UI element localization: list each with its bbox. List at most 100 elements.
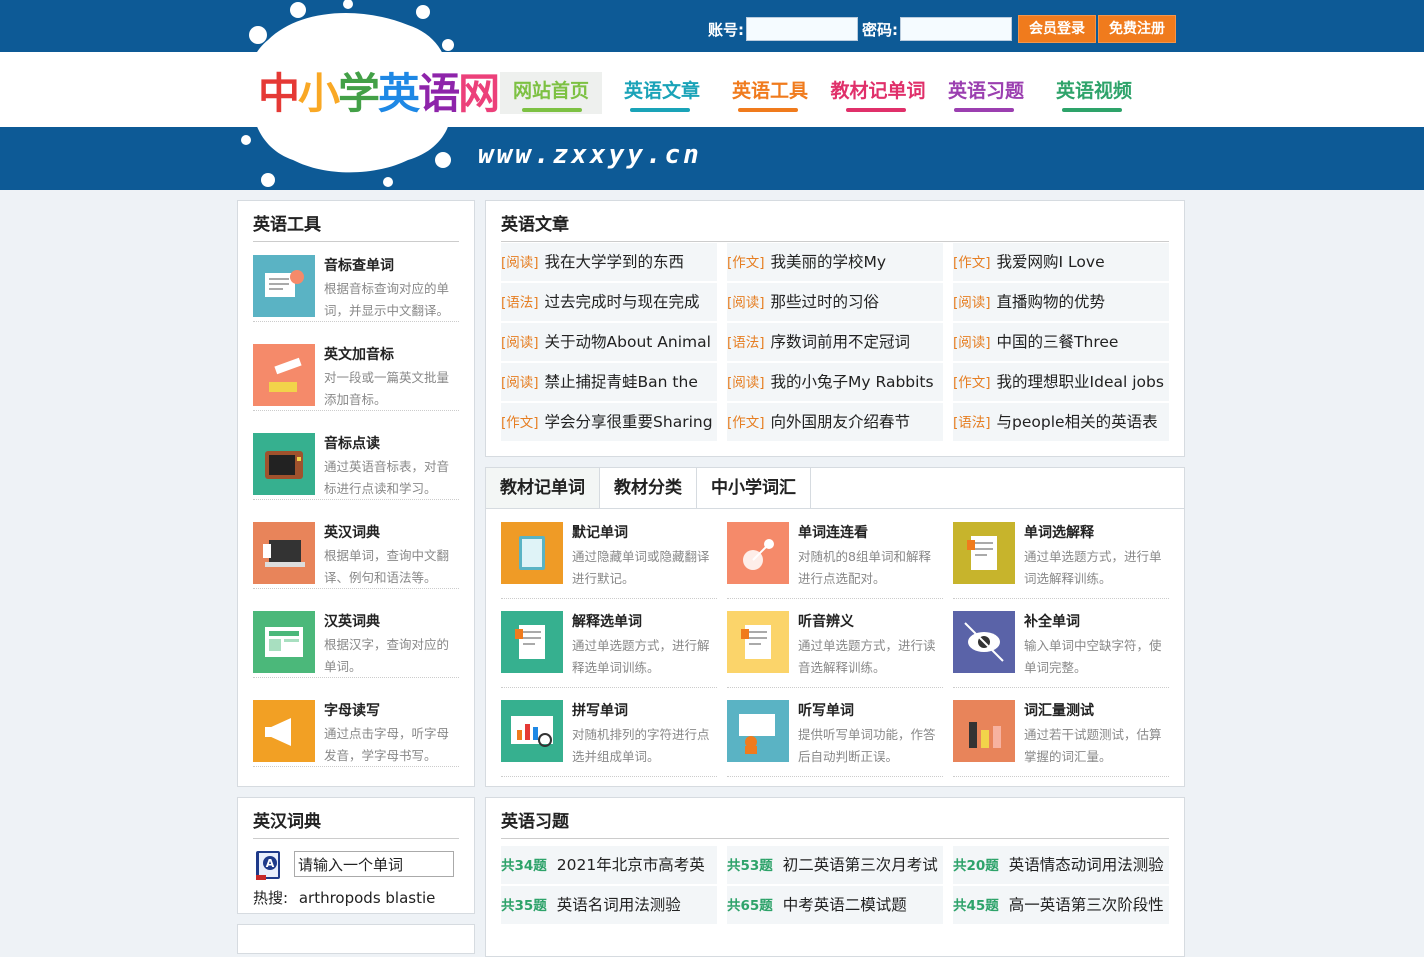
- exercise-title[interactable]: 2021年北京市高考英: [557, 856, 705, 874]
- bar-chart-icon[interactable]: [953, 700, 1015, 762]
- tool-item[interactable]: 英汉词典 根据单词，查询中文翻译、例句和语法等。: [253, 510, 459, 589]
- exercise-title[interactable]: 初二英语第三次月考试: [783, 856, 938, 874]
- laptop-icon[interactable]: [253, 522, 315, 584]
- exercise-title[interactable]: 中考英语二模试题: [783, 896, 907, 914]
- login-button[interactable]: 会员登录: [1018, 15, 1096, 43]
- telescope-icon[interactable]: [253, 344, 315, 406]
- tab-vocabulary[interactable]: 中小学词汇: [697, 468, 811, 508]
- document-icon[interactable]: [727, 611, 789, 673]
- article-item[interactable]: [阅读] 禁止捕捉青蛙Ban the: [501, 363, 717, 401]
- article-title[interactable]: 我在大学学到的东西: [545, 253, 685, 271]
- password-input[interactable]: [900, 17, 1012, 41]
- exercise-item[interactable]: 共45题 高一英语第三次阶段性: [953, 886, 1169, 924]
- tool-title[interactable]: 字母读写: [324, 700, 380, 720]
- article-title[interactable]: 学会分享很重要Sharing: [545, 413, 713, 431]
- article-item[interactable]: [阅读] 中国的三餐Three: [953, 323, 1169, 361]
- article-item[interactable]: [语法] 过去完成时与现在完成: [501, 283, 717, 321]
- tool-title[interactable]: 汉英词典: [324, 611, 380, 631]
- hot-search-words[interactable]: arthropods blastie: [299, 889, 436, 907]
- word-tool-item[interactable]: 拼写单词 对随机排列的字符进行点选并组成单词。: [501, 688, 717, 777]
- tool-title[interactable]: 英文加音标: [324, 344, 394, 364]
- article-title[interactable]: 直播购物的优势: [997, 293, 1106, 311]
- tool-item[interactable]: 字母读写 通过点击字母，听字母发音，学字母书写。: [253, 688, 459, 767]
- article-item[interactable]: [阅读] 关于动物About Animal: [501, 323, 717, 361]
- article-title[interactable]: 过去完成时与现在完成: [545, 293, 700, 311]
- word-tool-item[interactable]: 补全单词 输入单词中空缺字符，使单词完整。: [953, 599, 1169, 688]
- tab-textbook-words[interactable]: 教材记单词: [486, 468, 600, 508]
- word-tool-title[interactable]: 拼写单词: [572, 700, 628, 720]
- exercise-item[interactable]: 共35题 英语名词用法测验: [501, 886, 717, 924]
- notebook-icon[interactable]: [501, 522, 563, 584]
- exercise-title[interactable]: 高一英语第三次阶段性: [1009, 896, 1164, 914]
- article-title[interactable]: 我美丽的学校My: [771, 253, 887, 271]
- word-tool-title[interactable]: 单词连连看: [798, 522, 868, 542]
- article-item[interactable]: [语法] 与people相关的英语表: [953, 403, 1169, 441]
- word-tool-item[interactable]: 听写单词 提供听写单词功能，作答后自动判断正误。: [727, 688, 943, 777]
- dict-search-input[interactable]: 请输入一个单词: [294, 851, 454, 877]
- document-icon[interactable]: [501, 611, 563, 673]
- word-tool-item[interactable]: 听音辨义 通过单选题方式，进行读音选解释训练。: [727, 599, 943, 688]
- article-title[interactable]: 我的理想职业Ideal jobs: [997, 373, 1164, 391]
- document-icon[interactable]: [953, 522, 1015, 584]
- person-board-icon[interactable]: [727, 700, 789, 762]
- word-tool-title[interactable]: 默记单词: [572, 522, 628, 542]
- article-item[interactable]: [阅读] 那些过时的习俗: [727, 283, 943, 321]
- word-tool-title[interactable]: 听音辨义: [798, 611, 854, 631]
- article-title[interactable]: 关于动物About Animal: [545, 333, 711, 351]
- article-title[interactable]: 序数词前用不定冠词: [771, 333, 911, 351]
- tool-title[interactable]: 音标点读: [324, 433, 380, 453]
- book-list-icon[interactable]: [253, 255, 315, 317]
- exercise-item[interactable]: 共53题 初二英语第三次月考试: [727, 846, 943, 884]
- tool-item[interactable]: 汉英词典 根据汉字，查询对应的单词。: [253, 599, 459, 678]
- nav-videos[interactable]: 英语视频: [1040, 72, 1148, 114]
- tool-title[interactable]: 音标查单词: [324, 255, 394, 275]
- eye-icon[interactable]: [953, 611, 1015, 673]
- tool-title[interactable]: 英汉词典: [324, 522, 380, 542]
- article-item[interactable]: [作文] 向外国朋友介绍春节: [727, 403, 943, 441]
- word-tool-title[interactable]: 单词选解释: [1024, 522, 1094, 542]
- article-item[interactable]: [语法] 序数词前用不定冠词: [727, 323, 943, 361]
- megaphone-icon[interactable]: [253, 700, 315, 762]
- tv-icon[interactable]: [253, 433, 315, 495]
- word-tool-item[interactable]: 词汇量测试 通过若干试题测试，估算掌握的词汇量。: [953, 688, 1169, 777]
- article-item[interactable]: [作文] 学会分享很重要Sharing: [501, 403, 717, 441]
- article-title[interactable]: 中国的三餐Three: [997, 333, 1119, 351]
- tool-item[interactable]: 英文加音标 对一段或一篇英文批量添加音标。: [253, 332, 459, 411]
- tool-item[interactable]: 音标查单词 根据音标查询对应的单词，并显示中文翻译。: [253, 243, 459, 322]
- exercise-title[interactable]: 英语名词用法测验: [557, 896, 681, 914]
- word-tool-title[interactable]: 词汇量测试: [1024, 700, 1094, 720]
- article-title[interactable]: 我的小兔子My Rabbits: [771, 373, 934, 391]
- exercise-item[interactable]: 共34题 2021年北京市高考英: [501, 846, 717, 884]
- article-item[interactable]: [阅读] 直播购物的优势: [953, 283, 1169, 321]
- nav-articles[interactable]: 英语文章: [608, 72, 716, 114]
- article-item[interactable]: [作文] 我美丽的学校My: [727, 243, 943, 281]
- word-tool-item[interactable]: 默记单词 通过隐藏单词或隐藏翻译进行默记。: [501, 510, 717, 599]
- article-item[interactable]: [阅读] 我的小兔子My Rabbits: [727, 363, 943, 401]
- monitor-chart-icon[interactable]: [501, 700, 563, 762]
- nav-words[interactable]: 教材记单词: [824, 72, 932, 114]
- tool-item[interactable]: 音标点读 通过英语音标表，对音标进行点读和学习。: [253, 421, 459, 500]
- tab-textbook-category[interactable]: 教材分类: [600, 468, 697, 508]
- word-tool-item[interactable]: 单词连连看 对随机的8组单词和解释进行点选配对。: [727, 510, 943, 599]
- article-item[interactable]: [作文] 我的理想职业Ideal jobs: [953, 363, 1169, 401]
- article-title[interactable]: 那些过时的习俗: [771, 293, 880, 311]
- nav-home[interactable]: 网站首页: [500, 72, 602, 114]
- article-title[interactable]: 禁止捕捉青蛙Ban the: [545, 373, 698, 391]
- word-tool-title[interactable]: 听写单词: [798, 700, 854, 720]
- article-title[interactable]: 与people相关的英语表: [997, 413, 1158, 431]
- article-title[interactable]: 向外国朋友介绍春节: [771, 413, 911, 431]
- word-tool-title[interactable]: 补全单词: [1024, 611, 1080, 631]
- word-tool-item[interactable]: 单词选解释 通过单选题方式，进行单词选解释训练。: [953, 510, 1169, 599]
- globe-network-icon[interactable]: [727, 522, 789, 584]
- word-tool-title[interactable]: 解释选单词: [572, 611, 642, 631]
- web-page-icon[interactable]: [253, 611, 315, 673]
- word-tool-item[interactable]: 解释选单词 通过单选题方式，进行解释选单词训练。: [501, 599, 717, 688]
- exercise-item[interactable]: 共20题 英语情态动词用法测验: [953, 846, 1169, 884]
- logo-text[interactable]: 中小学英语网: [258, 60, 500, 121]
- register-button[interactable]: 免费注册: [1098, 15, 1176, 43]
- article-title[interactable]: 我爱网购I Love: [997, 253, 1105, 271]
- exercise-title[interactable]: 英语情态动词用法测验: [1009, 856, 1164, 874]
- article-item[interactable]: [作文] 我爱网购I Love: [953, 243, 1169, 281]
- nav-exercises[interactable]: 英语习题: [932, 72, 1040, 114]
- article-item[interactable]: [阅读] 我在大学学到的东西: [501, 243, 717, 281]
